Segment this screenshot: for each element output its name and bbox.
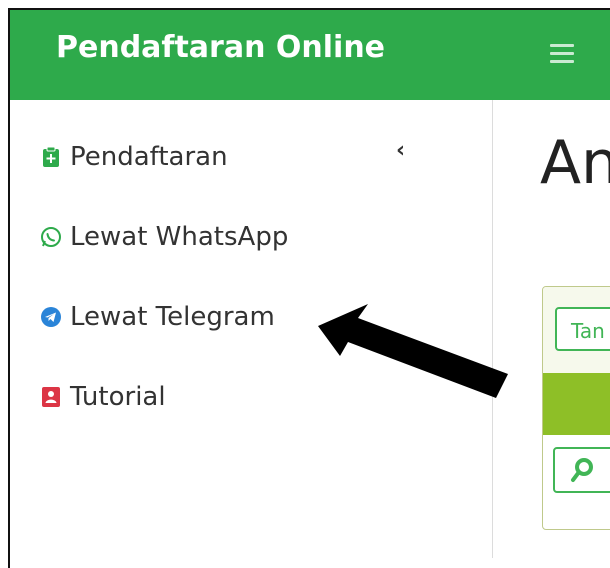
user-card-icon: [40, 386, 62, 408]
sidebar-item-tutorial[interactable]: Tutorial: [40, 380, 166, 414]
sidebar-item-whatsapp[interactable]: Lewat WhatsApp: [40, 220, 288, 254]
add-button[interactable]: Tan: [555, 307, 610, 351]
sidebar-item-telegram[interactable]: Lewat Telegram: [40, 300, 275, 334]
whatsapp-icon: [40, 226, 62, 248]
sidebar-item-label: Lewat Telegram: [70, 302, 275, 332]
sidebar: Pendaftaran ‹ Lewat WhatsApp Lewat Teleg…: [10, 100, 493, 558]
chevron-left-icon[interactable]: ‹: [396, 138, 405, 163]
hamburger-menu-icon[interactable]: [550, 44, 574, 64]
table-header-band: [543, 373, 610, 435]
search-icon: [569, 456, 595, 488]
clipboard-plus-icon: [40, 146, 62, 168]
sidebar-item-pendaftaran[interactable]: Pendaftaran: [40, 140, 228, 174]
sidebar-item-label: Tutorial: [70, 382, 166, 412]
telegram-icon: [40, 306, 62, 328]
top-navbar: Pendaftaran Online: [10, 10, 610, 100]
sidebar-item-label: Lewat WhatsApp: [70, 222, 289, 252]
sidebar-item-label: Pendaftaran: [70, 142, 228, 172]
page-title: An: [540, 128, 610, 198]
content-card: Tan: [542, 286, 610, 530]
search-button[interactable]: [553, 447, 610, 493]
brand-title[interactable]: Pendaftaran Online: [56, 30, 385, 65]
